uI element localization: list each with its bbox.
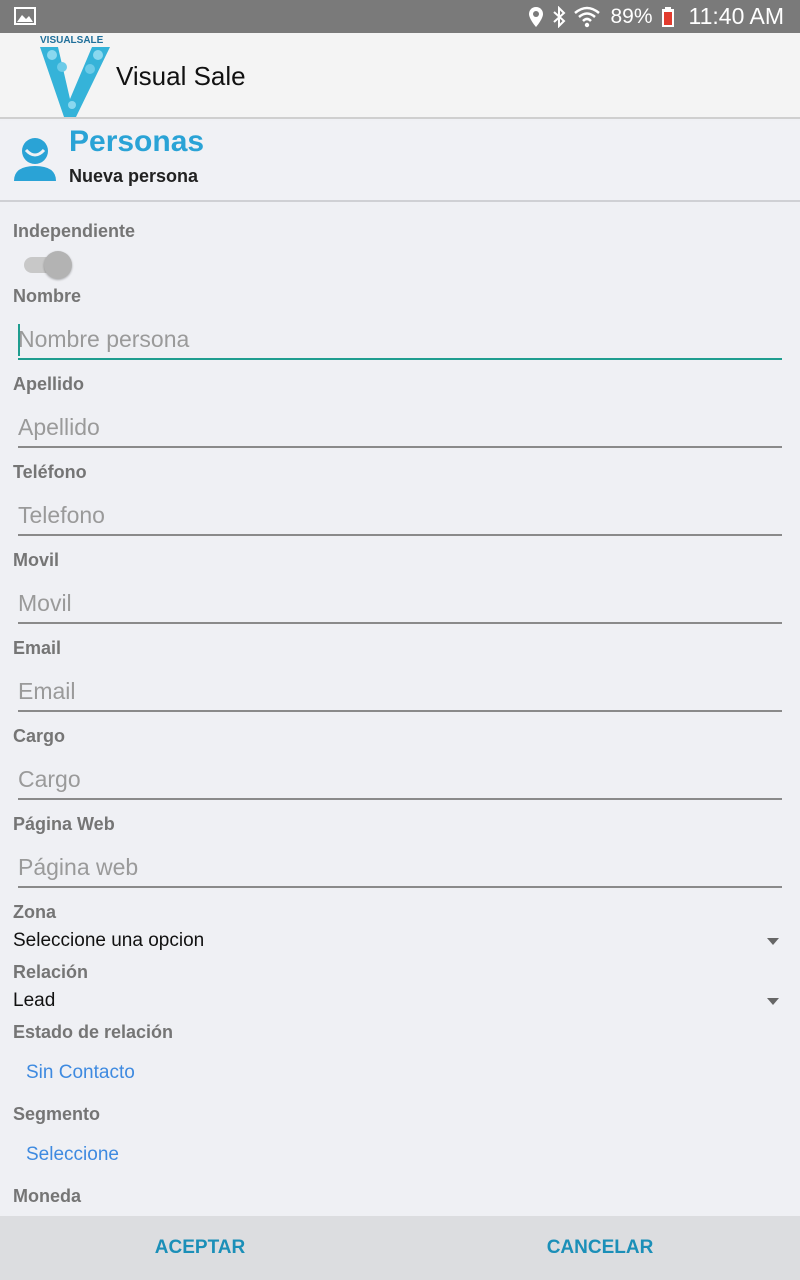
person-icon xyxy=(14,138,56,181)
action-bar: ACEPTAR CANCELAR xyxy=(0,1216,800,1280)
movil-input[interactable] xyxy=(18,584,782,622)
telefono-label: Teléfono xyxy=(13,462,87,482)
location-icon xyxy=(529,6,544,27)
segmento-selector[interactable]: Seleccione xyxy=(26,1144,119,1166)
moneda-label: Moneda xyxy=(13,1186,82,1206)
movil-label: Movil xyxy=(13,550,60,570)
email-field xyxy=(18,672,782,712)
app-title: Visual Sale xyxy=(116,61,246,91)
section-header: Personas Nueva persona xyxy=(0,121,800,202)
apellido-field xyxy=(18,408,782,448)
independiente-toggle[interactable] xyxy=(24,251,74,279)
pagina-web-field xyxy=(18,848,782,888)
status-bar: 89% 11:40 AM xyxy=(0,0,800,33)
toggle-thumb xyxy=(44,251,72,279)
cargo-input[interactable] xyxy=(18,760,782,798)
wifi-icon xyxy=(574,6,601,27)
battery-percent: 89% xyxy=(610,4,653,28)
app-logo: VISUALSALE xyxy=(40,35,110,117)
dropdown-arrow-icon xyxy=(767,998,779,1005)
text-caret xyxy=(18,324,20,356)
telefono-input[interactable] xyxy=(18,496,782,534)
email-input[interactable] xyxy=(18,672,782,710)
apellido-input[interactable] xyxy=(18,408,782,446)
pagina-web-label: Página Web xyxy=(13,814,115,834)
pagina-web-input[interactable] xyxy=(18,848,782,886)
independiente-label: Independiente xyxy=(13,221,136,241)
email-label: Email xyxy=(13,638,62,658)
cancel-button[interactable]: CANCELAR xyxy=(400,1216,800,1280)
apellido-label: Apellido xyxy=(13,374,84,394)
dropdown-arrow-icon xyxy=(767,938,779,945)
relacion-value: Lead xyxy=(13,990,56,1011)
estado-relacion-label: Estado de relación xyxy=(13,1022,174,1042)
logo-text: VISUALSALE xyxy=(40,35,104,46)
nombre-input[interactable] xyxy=(18,320,782,358)
page-subtitle: Nueva persona xyxy=(69,166,199,186)
accept-button[interactable]: ACEPTAR xyxy=(0,1216,400,1280)
page-title: Personas xyxy=(69,125,205,158)
relacion-select[interactable]: Lead xyxy=(13,990,787,1018)
bluetooth-icon xyxy=(553,5,566,28)
nombre-label: Nombre xyxy=(13,286,82,306)
cargo-field xyxy=(18,760,782,800)
battery-icon xyxy=(661,6,674,27)
nombre-field xyxy=(18,320,782,360)
movil-field xyxy=(18,584,782,624)
estado-relacion-selector[interactable]: Sin Contacto xyxy=(26,1062,135,1084)
zona-value: Seleccione una opcion xyxy=(13,930,205,951)
zona-label: Zona xyxy=(13,902,56,922)
cargo-label: Cargo xyxy=(13,726,66,746)
zona-select[interactable]: Seleccione una opcion xyxy=(13,930,787,958)
segmento-label: Segmento xyxy=(13,1104,101,1124)
gallery-icon xyxy=(14,7,36,25)
clock: 11:40 AM xyxy=(688,3,784,29)
telefono-field xyxy=(18,496,782,536)
app-bar: VISUALSALE Visual Sale xyxy=(0,33,800,119)
relacion-label: Relación xyxy=(13,962,89,982)
